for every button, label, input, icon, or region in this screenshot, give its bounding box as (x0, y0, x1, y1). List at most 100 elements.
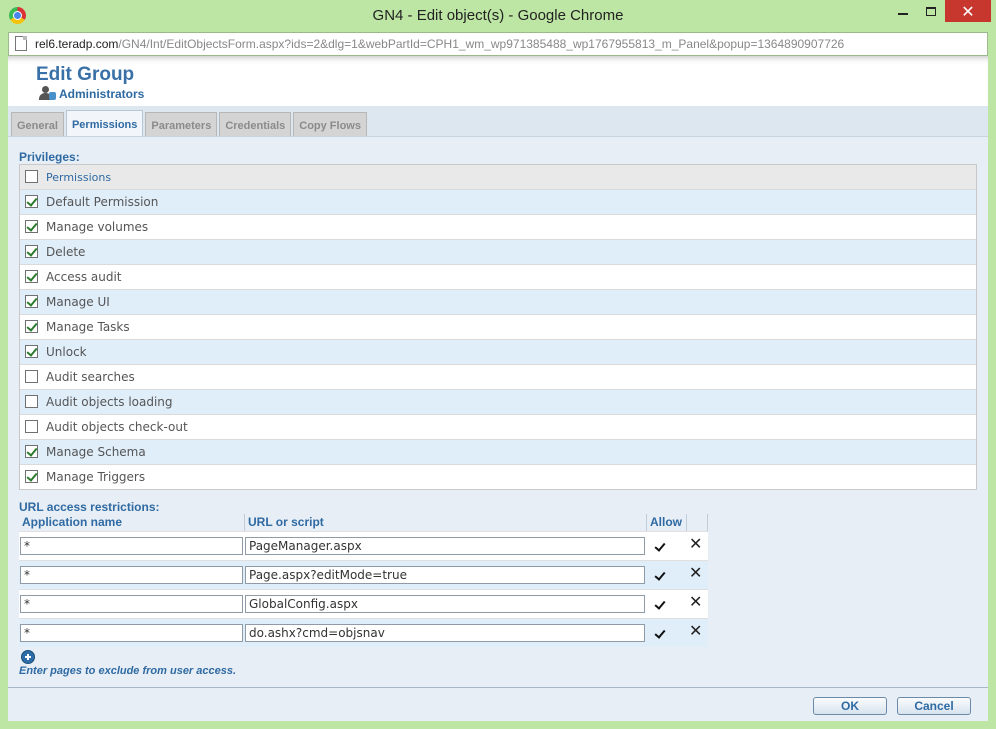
privilege-checkbox[interactable] (25, 320, 38, 333)
dialog-footer: OK Cancel (8, 687, 988, 721)
select-all-checkbox[interactable] (25, 170, 38, 183)
url-row: ✕ (19, 618, 708, 647)
privilege-checkbox[interactable] (25, 370, 38, 383)
url-row: ✕ (19, 560, 708, 589)
privilege-row: Manage Triggers (20, 464, 976, 489)
url-input[interactable] (245, 537, 645, 555)
page-header: Edit Group Administrators (8, 56, 988, 106)
privilege-row: Manage volumes (20, 214, 976, 239)
privilege-label: Manage Schema (46, 445, 146, 459)
col-allow: Allow (647, 514, 687, 531)
url-input[interactable] (245, 566, 645, 584)
window-title: GN4 - Edit object(s) - Google Chrome (372, 7, 624, 24)
privilege-label: Audit searches (46, 370, 135, 384)
col-application-name: Application name (19, 514, 245, 531)
col-url-or-script: URL or script (245, 514, 647, 531)
group-name: Administrators (59, 87, 145, 101)
url-hint-text: Enter pages to exclude from user access. (19, 665, 237, 677)
delete-row-button[interactable]: ✕ (689, 563, 702, 582)
privilege-row: Delete (20, 239, 976, 264)
privilege-row: Default Permission (20, 189, 976, 214)
privilege-row: Unlock (20, 339, 976, 364)
tab-parameters[interactable]: Parameters (145, 112, 218, 136)
application-name-input[interactable] (20, 537, 243, 555)
privilege-checkbox[interactable] (25, 470, 38, 483)
privilege-checkbox[interactable] (25, 395, 38, 408)
privilege-label: Access audit (46, 270, 122, 284)
url-input[interactable] (245, 595, 645, 613)
close-window-button[interactable]: ✕ (945, 0, 991, 22)
privilege-label: Manage UI (46, 295, 110, 309)
privilege-row: Manage UI (20, 289, 976, 314)
privilege-row: Manage Schema (20, 439, 976, 464)
privilege-checkbox[interactable] (25, 445, 38, 458)
page-icon (15, 36, 27, 51)
delete-row-button[interactable]: ✕ (689, 592, 702, 611)
col-delete (687, 514, 708, 531)
close-x-icon: ✕ (689, 534, 703, 553)
application-name-input[interactable] (20, 624, 243, 642)
edit-group-page: Edit Group Administrators General Permis… (8, 56, 988, 721)
application-name-input[interactable] (20, 595, 243, 613)
close-icon: ✕ (961, 1, 975, 21)
privilege-label: Audit objects check-out (46, 420, 188, 434)
permissions-panel: Privileges: Permissions Default Permissi… (8, 136, 988, 721)
privilege-label: Unlock (46, 345, 87, 359)
add-circle-icon[interactable] (21, 650, 35, 664)
url-path: /GN4/Int/EditObjectsForm.aspx?ids=2&dlg=… (118, 37, 845, 51)
privilege-checkbox[interactable] (25, 270, 38, 283)
tab-permissions[interactable]: Permissions (65, 110, 144, 136)
url-text[interactable]: rel6.teradp.com/GN4/Int/EditObjectsForm.… (35, 37, 844, 51)
tab-copy-flows[interactable]: Copy Flows (293, 112, 367, 136)
cancel-button[interactable]: Cancel (897, 697, 971, 715)
close-x-icon: ✕ (689, 563, 703, 582)
allow-checkbox[interactable] (654, 542, 666, 554)
delete-row-button[interactable]: ✕ (689, 621, 702, 640)
privilege-row: Manage Tasks (20, 314, 976, 339)
privilege-checkbox[interactable] (25, 345, 38, 358)
privilege-label: Manage Triggers (46, 470, 146, 484)
delete-row-button[interactable]: ✕ (689, 534, 702, 553)
allow-checkbox[interactable] (654, 600, 666, 612)
privilege-label: Manage Tasks (46, 320, 130, 334)
privilege-checkbox[interactable] (25, 420, 38, 433)
url-row: ✕ (19, 531, 708, 560)
privilege-checkbox[interactable] (25, 220, 38, 233)
tab-credentials[interactable]: Credentials (219, 112, 292, 136)
tab-bar: General Permissions Parameters Credentia… (11, 110, 369, 136)
privilege-label: Manage volumes (46, 220, 149, 234)
minimize-button[interactable] (889, 0, 917, 22)
close-x-icon: ✕ (689, 592, 703, 611)
privileges-label: Privileges: (19, 150, 80, 164)
privilege-row: Access audit (20, 264, 976, 289)
privileges-header-row: Permissions (20, 165, 976, 189)
ok-button[interactable]: OK (813, 697, 887, 715)
url-host: rel6.teradp.com (35, 37, 119, 51)
allow-checkbox[interactable] (654, 629, 666, 641)
tab-general[interactable]: General (11, 112, 64, 136)
url-table-header: Application name URL or script Allow (19, 514, 708, 531)
privilege-checkbox[interactable] (25, 245, 38, 258)
application-name-input[interactable] (20, 566, 243, 584)
privilege-checkbox[interactable] (25, 295, 38, 308)
privilege-label: Default Permission (46, 195, 159, 209)
privilege-label: Delete (46, 245, 86, 259)
allow-checkbox[interactable] (654, 571, 666, 583)
privilege-checkbox[interactable] (25, 195, 38, 208)
privileges-header-label: Permissions (46, 171, 112, 184)
privilege-row: Audit objects loading (20, 389, 976, 414)
group-icon (39, 86, 56, 100)
privileges-table: Permissions Default Permission Manage vo… (19, 164, 977, 490)
close-x-icon: ✕ (689, 621, 703, 640)
privilege-row: Audit searches (20, 364, 976, 389)
address-bar[interactable]: rel6.teradp.com/GN4/Int/EditObjectsForm.… (8, 32, 988, 56)
maximize-icon (926, 6, 936, 16)
maximize-button[interactable] (917, 0, 945, 22)
privilege-row: Audit objects check-out (20, 414, 976, 439)
url-restrictions-label: URL access restrictions: (19, 500, 160, 514)
url-input[interactable] (245, 624, 645, 642)
url-row: ✕ (19, 589, 708, 618)
url-restrictions-table: Application name URL or script Allow ✕ ✕ (19, 514, 708, 647)
privilege-label: Audit objects loading (46, 395, 173, 409)
page-title: Edit Group (36, 64, 135, 85)
